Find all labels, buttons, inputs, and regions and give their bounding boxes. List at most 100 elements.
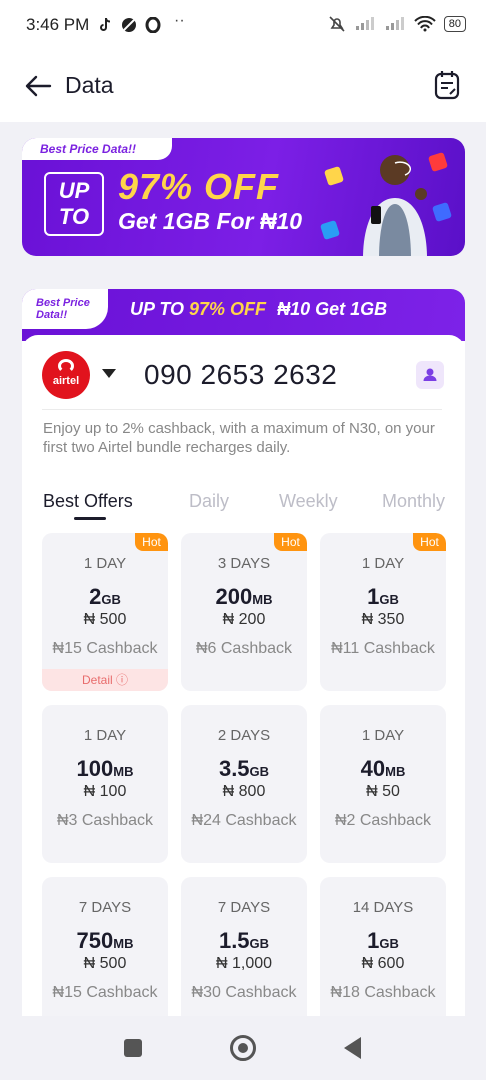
- back-arrow-icon[interactable]: [24, 72, 52, 100]
- hot-badge: Hot: [135, 533, 168, 551]
- offer-unit: MB: [113, 764, 134, 779]
- status-right: 80: [328, 15, 466, 33]
- offer-amount-value: 1.5: [218, 928, 250, 953]
- tab-indicator: [74, 517, 106, 520]
- offer-price: ₦ 800: [222, 783, 266, 800]
- cashback-note: Enjoy up to 2% cashback, with a maximum …: [43, 420, 435, 456]
- promo-strip-highlight: 97% OFF: [189, 299, 267, 319]
- offer-duration: 1 DAY: [361, 727, 405, 744]
- offer-amount: 3.5GB: [181, 756, 307, 782]
- offer-cashback: ₦18 Cashback: [330, 984, 436, 1001]
- offer-unit: MB: [113, 936, 134, 951]
- offer-amount-value: 1: [367, 928, 380, 953]
- offer-amount: 40MB: [320, 756, 446, 782]
- tab-weekly[interactable]: Weekly: [279, 491, 338, 512]
- offer-cashback: ₦11 Cashback: [331, 640, 435, 657]
- offer-amount-value: 1: [367, 584, 380, 609]
- banner-discount: 97% OFF: [118, 166, 280, 207]
- offer-duration: 3 DAYS: [217, 555, 271, 572]
- divider: [42, 409, 442, 410]
- system-back-icon[interactable]: [344, 1037, 361, 1059]
- banner-subtitle: Get 1GB For ₦10: [118, 208, 303, 234]
- offer-card[interactable]: 7 DAYS 1.5GB ₦ 1,000 ₦30 Cashback: [181, 877, 307, 1035]
- airtel-logo-text: airtel: [52, 375, 80, 387]
- offer-card[interactable]: Hot 1 DAY 2GB ₦ 500 ₦15 Cashback Detail …: [42, 533, 168, 691]
- signal-1-icon: [355, 17, 374, 30]
- offer-amount: 1GB: [320, 928, 446, 954]
- offer-amount-value: 2: [89, 584, 102, 609]
- tab-daily[interactable]: Daily: [189, 491, 229, 512]
- data-purchase-card: Best Price Data!! UP TO 97% OFF ₦10 Get …: [22, 289, 465, 1080]
- more-notifications-icon: ··: [174, 12, 185, 29]
- airtel-swirl-icon: [58, 359, 74, 373]
- promo-banner[interactable]: Best Price Data!! UP TO 97% OFF Get 1GB …: [22, 138, 465, 256]
- promo-chip-icon: [431, 201, 453, 223]
- offer-cashback: ₦6 Cashback: [195, 640, 293, 657]
- home-icon[interactable]: [230, 1035, 256, 1061]
- promo-strip-tag: Best Price Data!!: [22, 289, 108, 329]
- promo-strip[interactable]: Best Price Data!! UP TO 97% OFF ₦10 Get …: [22, 289, 465, 341]
- card-body: airtel 090 2653 2632 Enjoy up to 2% cash…: [22, 335, 465, 1080]
- offer-card[interactable]: Hot 3 DAYS 200MB ₦ 200 ₦6 Cashback: [181, 533, 307, 691]
- offer-cashback: ₦15 Cashback: [52, 640, 158, 657]
- banner-ribbon: Best Price Data!!: [22, 138, 172, 160]
- offer-amount-value: 100: [76, 756, 114, 781]
- system-nav-bar: [0, 1016, 486, 1080]
- offer-duration: 1 DAY: [83, 555, 127, 572]
- offer-unit: GB: [249, 936, 270, 951]
- promo-person-illustration: [363, 155, 427, 256]
- offer-amount: 1.5GB: [181, 928, 307, 954]
- tab-best-offers[interactable]: Best Offers: [43, 491, 133, 512]
- offer-cashback: ₦15 Cashback: [52, 984, 158, 1001]
- hot-badge: Hot: [413, 533, 446, 551]
- status-bar: 3:46 PM ·· 80: [0, 0, 486, 52]
- offer-card[interactable]: 1 DAY 100MB ₦ 100 ₦3 Cashback: [42, 705, 168, 863]
- promo-strip-tail: ₦10 Get 1GB: [277, 299, 388, 319]
- offer-amount: 2GB: [42, 584, 168, 610]
- offer-unit: GB: [101, 592, 121, 607]
- offer-detail-link[interactable]: Detail ⓘ: [42, 669, 168, 691]
- promo-chip-icon: [323, 165, 345, 187]
- recent-apps-icon[interactable]: [124, 1039, 142, 1057]
- offer-card[interactable]: 1 DAY 40MB ₦ 50 ₦2 Cashback: [320, 705, 446, 863]
- promo-strip-text: UP TO 97% OFF ₦10 Get 1GB: [130, 299, 387, 320]
- battery-icon: 80: [443, 16, 466, 32]
- history-note-icon[interactable]: [434, 70, 460, 100]
- contact-picker-icon[interactable]: [416, 361, 444, 389]
- offer-price: ₦ 50: [366, 783, 400, 800]
- promo-chip-icon: [319, 219, 341, 241]
- network-dropdown-icon[interactable]: [102, 369, 116, 378]
- offer-card[interactable]: 7 DAYS 750MB ₦ 500 ₦15 Cashback: [42, 877, 168, 1035]
- offer-amount: 750MB: [42, 928, 168, 954]
- offer-cashback: ₦2 Cashback: [334, 812, 432, 829]
- blocked-icon: [122, 18, 136, 32]
- offer-price: ₦ 500: [83, 955, 127, 972]
- offer-amount-value: 200: [215, 584, 253, 609]
- offer-amount: 100MB: [42, 756, 168, 782]
- offer-price: ₦ 200: [222, 611, 266, 628]
- offer-card[interactable]: Hot 1 DAY 1GB ₦ 350 ₦11 Cashback: [320, 533, 446, 691]
- status-time: 3:46 PM: [26, 15, 90, 34]
- tab-monthly[interactable]: Monthly: [382, 491, 445, 512]
- signal-2-icon: [385, 17, 404, 30]
- offer-cashback: ₦3 Cashback: [56, 812, 154, 829]
- offer-cashback: ₦30 Cashback: [191, 984, 297, 1001]
- offer-unit: GB: [379, 936, 399, 951]
- offer-cashback: ₦24 Cashback: [191, 812, 297, 829]
- hot-badge: Hot: [274, 533, 307, 551]
- airtel-logo[interactable]: airtel: [42, 351, 90, 399]
- offer-price: ₦ 500: [83, 611, 127, 628]
- offer-price: ₦ 1,000: [215, 955, 273, 972]
- tiktok-icon: [100, 17, 111, 31]
- offer-duration: 2 DAYS: [217, 727, 271, 744]
- offer-card[interactable]: 2 DAYS 3.5GB ₦ 800 ₦24 Cashback: [181, 705, 307, 863]
- offer-amount: 200MB: [181, 584, 307, 610]
- promo-strip-lead: UP TO: [130, 299, 185, 319]
- banner-up-to: UP TO: [44, 172, 104, 236]
- offer-card[interactable]: 14 DAYS 1GB ₦ 600 ₦18 Cashback: [320, 877, 446, 1035]
- phone-number-input[interactable]: 090 2653 2632: [144, 359, 337, 391]
- opera-icon: [145, 17, 161, 33]
- offer-unit: GB: [249, 764, 270, 779]
- offer-duration: 7 DAYS: [78, 899, 132, 916]
- offer-price: ₦ 600: [361, 955, 405, 972]
